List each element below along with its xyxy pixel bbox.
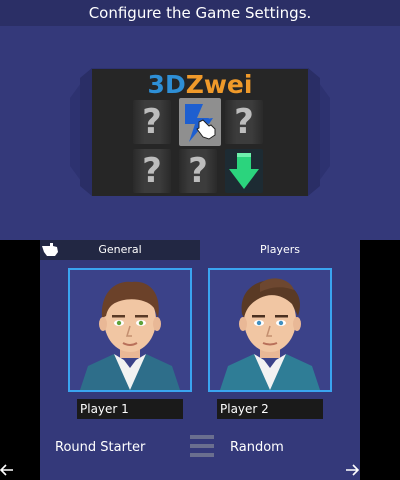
tile-hidden[interactable]: ? xyxy=(133,100,171,144)
down-arrow-icon xyxy=(229,153,259,189)
round-starter-value[interactable]: Random xyxy=(230,440,284,455)
tile-hidden[interactable]: ? xyxy=(133,149,171,193)
player-2-name-field[interactable]: Player 2 xyxy=(217,399,323,419)
arrow-right-icon[interactable] xyxy=(345,462,359,478)
tile-selected[interactable] xyxy=(179,98,221,146)
hand-cursor-icon xyxy=(196,119,216,140)
tab-players[interactable]: Players xyxy=(200,240,360,260)
round-starter-label: Round Starter xyxy=(55,440,146,455)
arrow-left-icon[interactable] xyxy=(0,462,14,478)
game-board-preview: 3DZwei ? ? ? ? xyxy=(92,69,308,196)
tile-hidden[interactable]: ? xyxy=(179,149,217,193)
hand-pointer-icon xyxy=(42,243,58,256)
game-logo: 3DZwei xyxy=(92,71,308,99)
instruction-text: Configure the Game Settings. xyxy=(0,0,400,26)
right-bezel xyxy=(360,240,400,480)
tile-arrow[interactable] xyxy=(225,149,263,193)
player-2-portrait[interactable] xyxy=(208,268,332,392)
left-bezel xyxy=(0,240,40,480)
tab-general[interactable]: General xyxy=(40,240,200,260)
tab-general-label: General xyxy=(98,243,142,256)
tile-hidden[interactable]: ? xyxy=(225,100,263,144)
bottom-screen: General Players Player 1 Player 2 Round … xyxy=(40,240,360,480)
logo-zwei: Zwei xyxy=(185,70,253,99)
logo-3d: 3D xyxy=(147,70,186,99)
avatar xyxy=(80,281,180,390)
avatar xyxy=(220,278,320,390)
top-screen: Configure the Game Settings. 3DZwei ? ? … xyxy=(0,0,400,240)
lightning-icon xyxy=(185,104,216,142)
player-1-name-field[interactable]: Player 1 xyxy=(77,399,183,419)
tab-players-label: Players xyxy=(260,243,300,256)
player-1-portrait[interactable] xyxy=(68,268,192,392)
menu-icon[interactable] xyxy=(190,435,214,459)
